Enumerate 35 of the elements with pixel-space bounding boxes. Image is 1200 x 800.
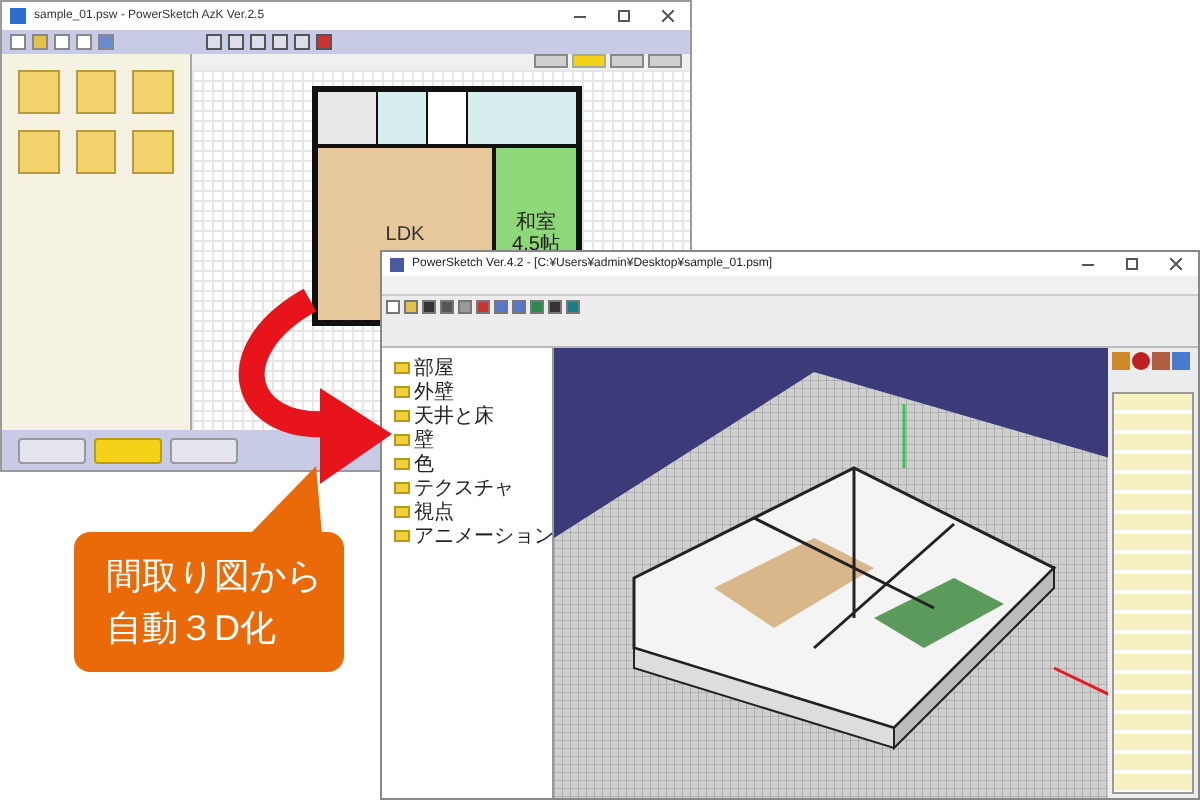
maximize-icon[interactable] — [618, 10, 630, 22]
tree-item[interactable]: アニメーション — [414, 525, 554, 547]
tree-item[interactable]: 視点 — [414, 501, 454, 523]
tree-item[interactable]: 天井と床 — [414, 405, 494, 427]
room-icon[interactable] — [18, 130, 60, 174]
room-icon[interactable] — [75, 130, 117, 174]
callout-text: 自動３D化 — [106, 606, 278, 652]
axis-line — [902, 404, 906, 468]
floor-tab[interactable] — [534, 54, 568, 68]
floor-tab[interactable] — [648, 54, 682, 68]
room-label: 和室 — [516, 212, 556, 234]
app-icon — [10, 8, 26, 24]
tree-item[interactable]: 外壁 — [414, 381, 454, 403]
room-icon[interactable] — [18, 70, 60, 114]
bathroom-area — [468, 92, 576, 144]
room-icon[interactable] — [132, 130, 174, 174]
close-icon[interactable] — [662, 10, 674, 22]
callout-text: 間取り図から — [106, 554, 312, 600]
minimize-icon[interactable] — [574, 15, 586, 17]
dock-button[interactable] — [170, 437, 238, 463]
close-icon[interactable] — [1170, 258, 1182, 270]
floor-tab[interactable] — [610, 54, 644, 68]
room-label: LDK — [385, 221, 425, 249]
tree-item[interactable]: 部屋 — [414, 357, 454, 379]
room-icon[interactable] — [75, 70, 117, 114]
minimize-icon[interactable] — [1082, 263, 1094, 265]
dock-button[interactable] — [18, 437, 86, 463]
tree-item[interactable]: テクスチャ — [414, 477, 514, 499]
dock-button[interactable] — [94, 437, 162, 463]
app-icon — [390, 257, 404, 271]
floor-tab[interactable] — [572, 54, 606, 68]
maximize-icon[interactable] — [1126, 258, 1138, 270]
room-icon[interactable] — [132, 70, 174, 114]
tree-item[interactable]: 色 — [414, 453, 434, 475]
tree-item[interactable]: 壁 — [414, 429, 434, 451]
